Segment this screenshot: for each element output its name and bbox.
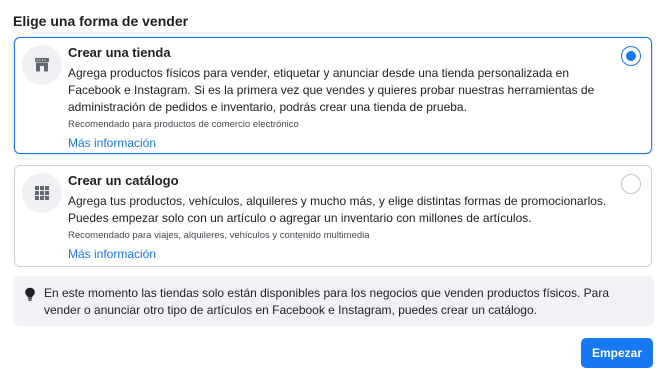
- learn-more-link[interactable]: Más información: [68, 135, 621, 151]
- lightbulb-icon: [24, 287, 36, 301]
- info-text: En este momento las tiendas solo están d…: [44, 286, 610, 317]
- option-description: Agrega tus productos, vehículos, alquile…: [68, 194, 607, 225]
- option-title: Crear una tienda: [68, 45, 171, 60]
- option-title: Crear un catálogo: [68, 173, 179, 188]
- option-recommendation: Recomendado para productos de comercio e…: [68, 119, 299, 130]
- option-description: Agrega productos físicos para vender, et…: [68, 66, 595, 114]
- option-radio-shop[interactable]: [621, 46, 641, 66]
- storefront-icon: [22, 45, 62, 85]
- info-banner: En este momento las tiendas solo están d…: [13, 276, 654, 326]
- learn-more-link[interactable]: Más información: [68, 246, 621, 262]
- grid-icon: [22, 173, 62, 213]
- option-create-shop[interactable]: Crear una tienda Agrega productos físico…: [14, 37, 652, 154]
- option-create-catalog[interactable]: Crear un catálogo Agrega tus productos, …: [14, 165, 652, 267]
- start-button[interactable]: Empezar: [581, 338, 653, 368]
- option-radio-catalog[interactable]: [621, 174, 641, 194]
- option-recommendation: Recomendado para viajes, alquileres, veh…: [68, 230, 370, 241]
- page-title: Elige una forma de vender: [13, 13, 189, 29]
